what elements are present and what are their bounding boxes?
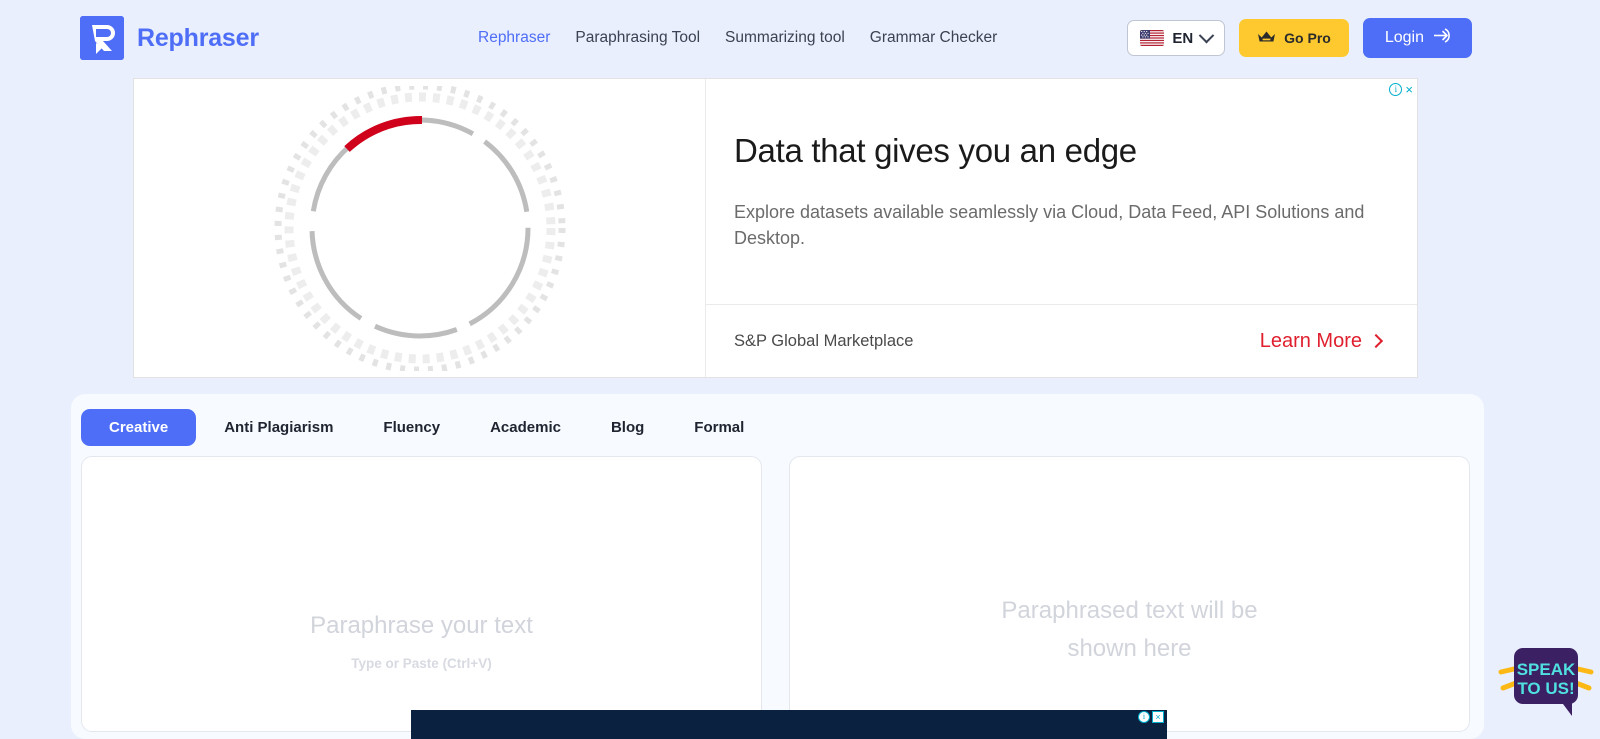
chevron-right-icon [1368, 333, 1384, 349]
ad-close-icon[interactable]: × [1152, 711, 1164, 723]
login-arrow-icon [1433, 27, 1450, 49]
input-placeholder-title: Paraphrase your text [310, 612, 533, 639]
crown-icon [1257, 30, 1276, 47]
site-header: Rephraser Rephraser Paraphrasing Tool Su… [0, 0, 1600, 76]
login-label: Login [1384, 29, 1424, 46]
ad-info-icon[interactable]: i [1389, 83, 1403, 96]
ad-info-icon[interactable]: i [1138, 711, 1150, 723]
go-pro-button[interactable]: Go Pro [1239, 19, 1349, 57]
tab-creative[interactable]: Creative [81, 409, 197, 446]
rephraser-r-speech-bubble-logo [80, 16, 124, 60]
nav-item-grammar-checker[interactable]: Grammar Checker [870, 29, 1022, 47]
us-flag-icon [1140, 30, 1165, 46]
ad-body: Data that gives you an edge Explore data… [706, 79, 1417, 304]
login-button[interactable]: Login [1362, 18, 1472, 58]
ad-description: Explore datasets available seamlessly vi… [734, 201, 1365, 248]
tab-blog[interactable]: Blog [611, 409, 644, 446]
go-pro-label: Go Pro [1284, 30, 1331, 46]
ad-content: i × Data that gives you an edge Explore … [706, 79, 1417, 377]
speak-line-1: SPEAK [1517, 660, 1576, 679]
nav-item-paraphrasing-tool[interactable]: Paraphrasing Tool [575, 29, 725, 47]
language-selector[interactable]: EN [1127, 20, 1226, 56]
bottom-display-ad[interactable]: i × [411, 710, 1167, 739]
ad-advertiser: S&P Global Marketplace [734, 331, 914, 350]
tab-formal[interactable]: Formal [694, 409, 744, 446]
brand-logo[interactable]: Rephraser [80, 16, 259, 60]
speak-to-us-widget[interactable]: SPEAK TO US! [1498, 642, 1594, 718]
language-code: EN [1172, 29, 1194, 47]
ad-footer: S&P Global Marketplace Learn More [706, 304, 1417, 377]
nav-item-rephraser[interactable]: Rephraser [478, 29, 575, 47]
ad-headline: Data that gives you an edge [734, 132, 1137, 169]
input-placeholder-hint: Type or Paste (Ctrl+V) [351, 656, 492, 672]
output-placeholder-title: Paraphrased text will be shown here [1001, 597, 1258, 663]
ad-close-icon[interactable]: × [1405, 83, 1413, 96]
input-textarea[interactable]: Paraphrase your text Type or Paste (Ctrl… [81, 456, 762, 732]
brand-name: Rephraser [137, 23, 259, 52]
output-textarea[interactable]: Paraphrased text will be shown here [789, 456, 1470, 732]
tab-academic[interactable]: Academic [490, 409, 561, 446]
tab-anti-plagiarism[interactable]: Anti Plagiarism [224, 409, 333, 446]
editor-panes: Paraphrase your text Type or Paste (Ctrl… [71, 446, 1484, 732]
dashed-circle-gauge-graphic [274, 85, 565, 371]
chevron-down-icon [1198, 27, 1215, 43]
ad-learn-more-link[interactable]: Learn More [1260, 330, 1411, 353]
ad-cta-label: Learn More [1259, 329, 1362, 352]
nav-item-summarizing-tool[interactable]: Summarizing tool [725, 29, 870, 47]
ad-controls: i × [1389, 83, 1413, 96]
ad-graphic [134, 79, 706, 377]
header-actions: EN Go Pro Login [1127, 18, 1472, 58]
paraphrase-tool-card: Creative Anti Plagiarism Fluency Academi… [71, 394, 1484, 739]
speak-line-2: TO US! [1517, 679, 1574, 698]
display-ad[interactable]: i × Data that gives you an edge Explore … [133, 78, 1418, 378]
mode-tabs: Creative Anti Plagiarism Fluency Academi… [71, 394, 1484, 446]
bottom-ad-controls: i × [1138, 711, 1164, 723]
main-nav: Rephraser Paraphrasing Tool Summarizing … [478, 29, 1022, 47]
tab-fluency[interactable]: Fluency [383, 409, 440, 446]
